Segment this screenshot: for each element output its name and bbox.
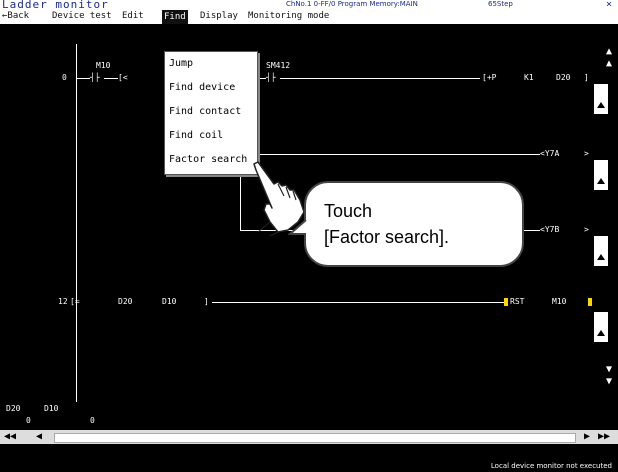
contact-symbol: ┤├ <box>90 73 100 82</box>
menu-item-find-device[interactable]: Find device <box>169 82 235 93</box>
menu-item-find-coil[interactable]: Find coil <box>169 130 223 141</box>
menu-item-jump[interactable]: Jump <box>169 58 193 69</box>
compare-bracket: [< <box>118 73 128 82</box>
coil-label: <Y7A <box>540 149 560 158</box>
scroll-up-icon[interactable]: ▲ <box>606 58 612 69</box>
instruction-arg: D10 <box>162 297 177 306</box>
active-marker <box>504 298 508 306</box>
callout-tail <box>288 219 307 235</box>
scroll-up-fast-icon[interactable]: ▲ <box>606 46 612 57</box>
instruction-arg: D20 <box>118 297 133 306</box>
close-icon[interactable]: × <box>606 0 612 10</box>
scroll-left-fast-icon[interactable]: ◀◀ <box>4 430 16 444</box>
program-info: ChNo.1 0-FF/0 Program Memory:MAIN <box>286 0 418 8</box>
scroll-left-icon[interactable]: ◀ <box>36 430 42 444</box>
menu-item-find-contact[interactable]: Find contact <box>169 106 241 117</box>
find-dropdown-menu: Jump Find device Find contact Find coil … <box>164 51 258 175</box>
menu-device-test[interactable]: Device test <box>52 11 112 21</box>
menu-find[interactable]: Find <box>162 10 188 24</box>
coil-end: > <box>584 149 589 158</box>
menu-monitoring-mode[interactable]: Monitoring mode <box>248 11 329 21</box>
rung-scroll-button[interactable] <box>594 236 608 266</box>
contact-symbol: ┤├ <box>266 73 276 82</box>
coil-label: <Y7B <box>540 225 560 234</box>
menu-item-factor-search[interactable]: Factor search <box>169 154 247 165</box>
rst-instruction: RST <box>510 297 525 306</box>
device-label: D20 <box>6 404 21 413</box>
contact-label: M10 <box>96 61 111 70</box>
status-message: Local device monitor not executed <box>490 462 612 470</box>
instruction-end: ] <box>584 73 589 82</box>
contact-label: SM412 <box>266 61 291 70</box>
scroll-track[interactable] <box>54 433 576 443</box>
menu-display[interactable]: Display <box>200 11 238 21</box>
rung-step-number: 0 <box>62 73 67 82</box>
rung-scroll-button[interactable] <box>594 160 608 190</box>
menu-bar: ←Back Device test Edit Find Display Moni… <box>0 10 618 24</box>
device-value-panel: D20 D10 0 0 <box>0 402 618 430</box>
scroll-down-fast-icon[interactable]: ▼ <box>606 376 612 387</box>
title-bar: Ladder monitor ChNo.1 0-FF/0 Program Mem… <box>0 0 618 11</box>
device-label: D10 <box>44 404 59 413</box>
instruction-end: ] <box>204 297 209 306</box>
back-button[interactable]: ←Back <box>2 11 29 21</box>
left-power-rail <box>76 44 77 402</box>
coil-end: > <box>584 225 589 234</box>
step-count: 65Step <box>488 0 513 8</box>
instruction-callout: Touch [Factor search]. <box>304 181 524 267</box>
vertical-scroll-panel: ▲ ▲ ▼ ▼ <box>592 24 618 402</box>
menu-edit[interactable]: Edit <box>122 11 144 21</box>
rst-target: M10 <box>552 297 567 306</box>
device-value: 0 <box>26 416 31 425</box>
horizontal-scrollbar[interactable]: ◀◀ ◀ ▶ ▶▶ <box>0 430 618 444</box>
instruction-label: [+P <box>482 73 497 82</box>
rung-step-number: 12 <box>58 297 68 306</box>
rung-scroll-button[interactable] <box>594 84 608 114</box>
rung-scroll-button[interactable] <box>594 312 608 342</box>
callout-line-2: [Factor search]. <box>324 227 450 247</box>
instruction-arg: D20 <box>556 73 571 82</box>
compare-instruction: [= <box>70 297 80 306</box>
scroll-right-icon[interactable]: ▶ <box>584 430 590 444</box>
scroll-right-fast-icon[interactable]: ▶▶ <box>598 430 610 444</box>
status-bar: Local device monitor not executed <box>0 444 618 472</box>
scroll-down-icon[interactable]: ▼ <box>606 364 612 375</box>
device-value: 0 <box>90 416 95 425</box>
callout-line-1: Touch <box>324 201 373 221</box>
ladder-monitor-screen: Ladder monitor ChNo.1 0-FF/0 Program Mem… <box>0 0 618 472</box>
instruction-arg: K1 <box>524 73 534 82</box>
